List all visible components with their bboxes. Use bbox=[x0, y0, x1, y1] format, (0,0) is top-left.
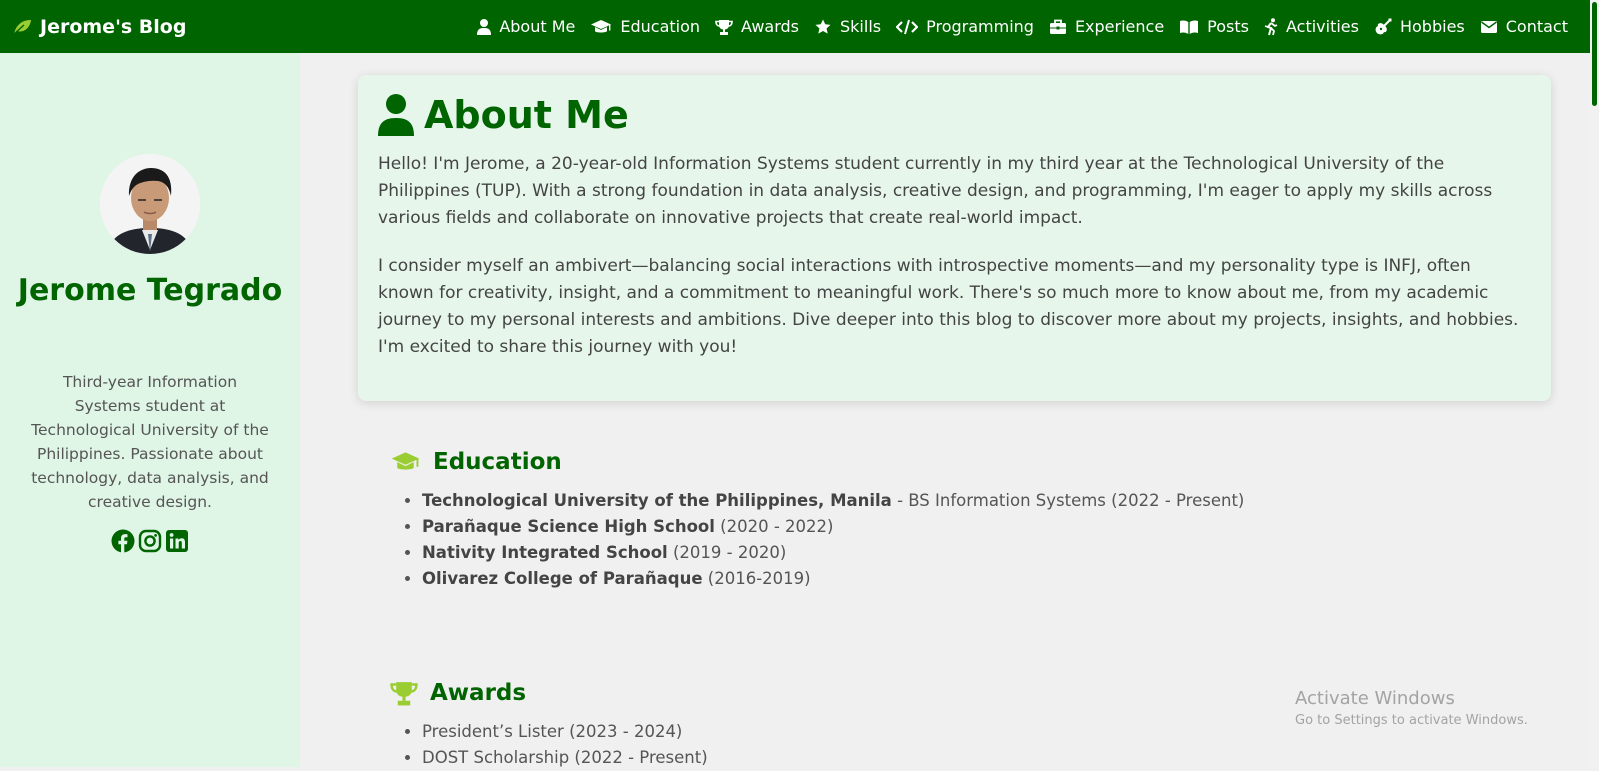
nav-awards[interactable]: Awards bbox=[715, 17, 799, 36]
nav-label: Education bbox=[620, 17, 701, 36]
page-scrollbar[interactable] bbox=[1590, 0, 1599, 767]
nav-label: Experience bbox=[1074, 17, 1165, 36]
brand-title: Jerome's Blog bbox=[40, 15, 187, 38]
about-paragraph-1: Hello! I'm Jerome, a 20-year-old Informa… bbox=[378, 154, 1493, 228]
trophy-icon bbox=[390, 682, 418, 706]
school-name: Parañaque Science High School bbox=[422, 517, 715, 536]
activate-windows-title: Activate Windows bbox=[1295, 688, 1455, 709]
graduation-cap-icon bbox=[591, 19, 612, 32]
nav-about-me[interactable]: About Me bbox=[477, 17, 575, 36]
star-icon bbox=[815, 18, 831, 34]
scrollbar-thumb[interactable] bbox=[1592, 2, 1597, 106]
nav-menu: About Me Education Awards Skills Program… bbox=[462, 17, 1568, 36]
user-icon bbox=[378, 94, 414, 136]
list-item: President’s Lister (2023 - 2024) bbox=[422, 719, 708, 745]
book-open-icon bbox=[1180, 19, 1199, 34]
nav-label: Programming bbox=[926, 17, 1034, 36]
nav-hobbies[interactable]: Hobbies bbox=[1374, 17, 1465, 36]
profile-bio: Third-year Information Systems student a… bbox=[31, 373, 269, 511]
school-name: Olivarez College of Parañaque bbox=[422, 569, 703, 588]
code-icon bbox=[896, 19, 919, 34]
list-item: Technological University of the Philippi… bbox=[422, 488, 1244, 514]
nav-skills[interactable]: Skills bbox=[814, 17, 881, 36]
user-icon bbox=[477, 18, 492, 35]
about-paragraph-2: I consider myself an ambivert—balancing … bbox=[378, 256, 1519, 357]
school-detail: (2016-2019) bbox=[702, 569, 811, 588]
brand-link[interactable]: Jerome's Blog bbox=[12, 16, 186, 38]
facebook-icon[interactable] bbox=[111, 529, 135, 553]
list-item: Nativity Integrated School (2019 - 2020) bbox=[422, 540, 1244, 566]
graduation-cap-icon bbox=[391, 452, 420, 470]
education-title: Education bbox=[433, 449, 562, 475]
school-detail: (2020 - 2022) bbox=[714, 517, 834, 536]
nav-education[interactable]: Education bbox=[590, 17, 700, 36]
instagram-icon[interactable] bbox=[138, 529, 162, 553]
top-navbar: Jerome's Blog About Me Education Awards … bbox=[0, 0, 1590, 53]
nav-label: Hobbies bbox=[1399, 17, 1465, 36]
school-detail: - BS Information Systems (2022 - Present… bbox=[891, 491, 1245, 510]
trophy-icon bbox=[715, 19, 733, 35]
nav-label: About Me bbox=[499, 17, 576, 36]
briefcase-icon bbox=[1049, 19, 1066, 34]
about-me-card: About Me Hello! I'm Jerome, a 20-year-ol… bbox=[358, 75, 1551, 401]
nav-label: Posts bbox=[1207, 17, 1249, 36]
nav-label: Activities bbox=[1285, 17, 1359, 36]
school-detail: (2019 - 2020) bbox=[667, 543, 787, 562]
school-name: Technological University of the Philippi… bbox=[422, 491, 892, 510]
linkedin-icon[interactable] bbox=[165, 529, 189, 553]
guitar-icon bbox=[1375, 18, 1392, 34]
running-icon bbox=[1264, 17, 1278, 35]
awards-heading: Awards bbox=[390, 680, 526, 706]
about-heading: About Me bbox=[378, 93, 629, 137]
activate-windows-subtitle: Go to Settings to activate Windows. bbox=[1295, 713, 1528, 728]
nav-contact[interactable]: Contact bbox=[1480, 17, 1568, 36]
education-heading: Education bbox=[390, 449, 562, 475]
awards-title: Awards bbox=[430, 680, 527, 706]
awards-list: President’s Lister (2023 - 2024) DOST Sc… bbox=[398, 719, 708, 771]
nav-label: Awards bbox=[741, 17, 799, 36]
envelope-icon bbox=[1480, 20, 1497, 33]
avatar bbox=[100, 154, 200, 254]
about-title: About Me bbox=[424, 93, 629, 137]
profile-name: Jerome Tegrado bbox=[17, 273, 283, 308]
education-list: Technological University of the Philippi… bbox=[398, 488, 1244, 592]
nav-label: Skills bbox=[840, 17, 882, 36]
social-links bbox=[111, 529, 189, 553]
nav-experience[interactable]: Experience bbox=[1049, 17, 1164, 36]
profile-sidebar: Jerome Tegrado Third-year Information Sy… bbox=[0, 53, 300, 767]
nav-programming[interactable]: Programming bbox=[896, 17, 1034, 36]
nav-posts[interactable]: Posts bbox=[1179, 17, 1249, 36]
list-item: DOST Scholarship (2022 - Present) bbox=[422, 745, 708, 771]
nav-activities[interactable]: Activities bbox=[1264, 17, 1359, 36]
nav-label: Contact bbox=[1505, 17, 1568, 36]
list-item: Olivarez College of Parañaque (2016-2019… bbox=[422, 566, 1244, 592]
list-item: Parañaque Science High School (2020 - 20… bbox=[422, 514, 1244, 540]
school-name: Nativity Integrated School bbox=[422, 543, 668, 562]
leaf-icon bbox=[13, 19, 31, 35]
